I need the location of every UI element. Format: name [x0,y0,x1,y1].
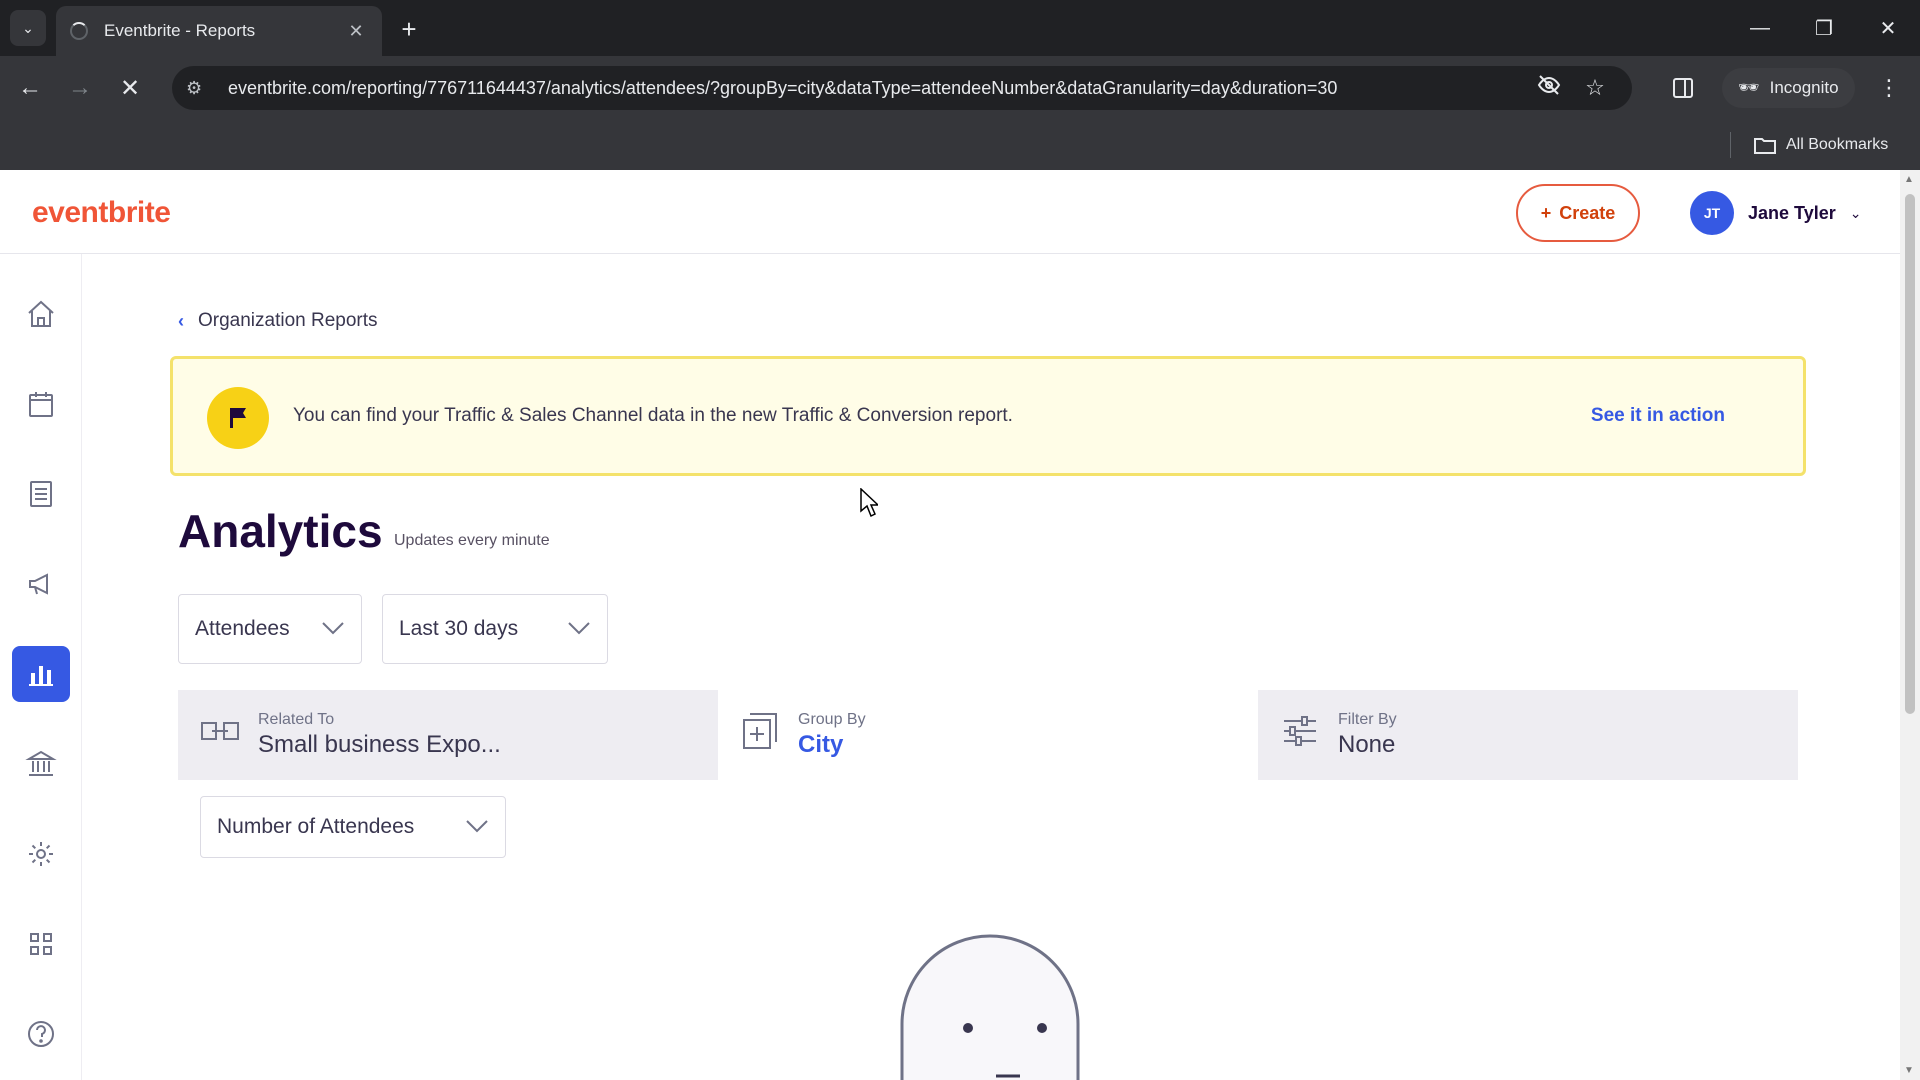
sidebar-item-finance[interactable] [12,736,70,792]
sidebar-item-home[interactable] [12,286,70,342]
sidebar-item-settings[interactable] [12,826,70,882]
incognito-icon: 🕶 [1738,78,1760,97]
scroll-down-icon[interactable]: ▼ [1904,1065,1914,1076]
empty-state-illustration [898,934,1082,1080]
metric-value: Number of Attendees [217,815,415,838]
browser-menu-icon[interactable]: ⋮ [1878,70,1900,106]
orders-icon [30,481,52,507]
all-bookmarks-label: All Bookmarks [1786,136,1889,153]
close-window-icon[interactable]: ✕ [1858,8,1918,48]
group-by-label: Group By [798,711,866,728]
sidebar-item-help[interactable] [12,1006,70,1062]
url-text[interactable]: eventbrite.com/reporting/776711644437/an… [216,78,1526,99]
site-settings-icon[interactable]: ⚙ [186,78,216,99]
bookmarks-divider [1730,132,1731,158]
scroll-up-icon[interactable]: ▲ [1904,174,1914,185]
web-page: eventbrite + Create JT Jane Tyler ⌄ ‹ Or… [0,170,1900,1080]
user-menu[interactable]: JT Jane Tyler ⌄ [1690,190,1861,236]
new-tab-icon[interactable]: + [392,12,426,46]
chevron-down-icon [465,817,489,838]
incognito-badge[interactable]: 🕶 Incognito [1722,68,1855,108]
stop-loading-icon[interactable]: ✕ [112,70,148,106]
scrollbar-thumb[interactable] [1905,194,1915,714]
sidebar-item-apps[interactable] [12,916,70,972]
sidebar-item-marketing[interactable] [12,556,70,612]
bar-chart-icon [29,666,53,686]
page-scrollbar[interactable]: ▲ ▼ [1900,170,1920,1080]
filter-sliders-icon [1280,713,1320,757]
add-group-icon [740,712,780,758]
home-icon [28,300,54,327]
bookmarks-bar: All Bookmarks [0,120,1920,170]
filter-by-value: None [1338,731,1396,758]
tab-search-icon[interactable]: ⌄ [10,10,46,46]
tab-strip: ⌄ Eventbrite - Reports ✕ + — ❐ ✕ [0,0,1920,56]
chevron-down-icon: ⌄ [1849,204,1862,221]
restore-icon[interactable]: ❐ [1794,8,1854,48]
info-banner: You can find your Traffic & Sales Channe… [170,356,1806,476]
forward-icon[interactable]: → [62,70,98,106]
bookmark-star-icon[interactable]: ☆ [1572,75,1618,101]
gear-icon [29,842,53,866]
user-name: Jane Tyler [1748,202,1836,223]
date-range-select[interactable]: Last 30 days [382,594,608,664]
breadcrumb[interactable]: ‹ Organization Reports [178,310,378,332]
report-type-select[interactable]: Attendees [178,594,362,664]
side-panel-icon[interactable] [1672,70,1694,106]
filter-by-label: Filter By [1338,711,1397,728]
browser-tab[interactable]: Eventbrite - Reports ✕ [56,6,382,56]
main-content: ‹ Organization Reports You can find your… [170,254,1810,1080]
chevron-down-icon [567,619,591,640]
folder-icon [1754,138,1776,154]
address-bar[interactable]: ⚙ eventbrite.com/reporting/776711644437/… [172,66,1632,110]
back-icon[interactable]: ← [12,70,48,106]
page-subtitle: Updates every minute [394,532,550,549]
create-label: Create [1559,202,1616,223]
eye-off-icon[interactable] [1526,73,1572,103]
bank-icon [25,750,57,776]
mouse-cursor-icon [860,488,878,518]
tab-title: Eventbrite - Reports [104,21,256,40]
all-bookmarks-button[interactable]: All Bookmarks [1754,132,1888,158]
chevron-down-icon [321,619,345,640]
sidebar [0,254,82,1080]
date-range-value: Last 30 days [399,617,519,640]
report-type-value: Attendees [195,617,290,640]
loading-spinner-icon [70,22,88,40]
minimize-icon[interactable]: — [1730,8,1790,48]
calendar-icon [29,392,53,417]
apps-grid-icon [30,933,52,955]
browser-chrome: ⌄ Eventbrite - Reports ✕ + — ❐ ✕ ← → ✕ ⚙… [0,0,1920,170]
tab-close-icon[interactable]: ✕ [344,21,368,42]
sidebar-item-orders[interactable] [12,466,70,522]
top-navigation: eventbrite + Create JT Jane Tyler ⌄ [0,170,1900,254]
metric-select[interactable]: Number of Attendees [200,796,506,858]
group-by-card[interactable]: Group By City [718,690,1258,780]
related-to-value: Small business Expo... [258,731,501,758]
sidebar-item-events[interactable] [12,376,70,432]
chevron-left-icon: ‹ [178,310,184,331]
browser-toolbar: ← → ✕ ⚙ eventbrite.com/reporting/7767116… [0,56,1920,120]
related-to-card[interactable]: Related To Small business Expo... [178,690,718,780]
megaphone-icon [29,573,48,595]
group-by-value: City [798,731,844,758]
eventbrite-logo[interactable]: eventbrite [32,196,171,230]
avatar: JT [1690,191,1734,235]
related-to-label: Related To [258,711,335,728]
plus-icon: + [1540,202,1552,223]
link-icon [200,717,240,753]
banner-message: You can find your Traffic & Sales Channe… [293,405,1013,426]
filter-by-card[interactable]: Filter By None [1258,690,1798,780]
sidebar-item-reporting[interactable] [12,646,70,702]
flag-icon [207,387,269,449]
see-it-in-action-link[interactable]: See it in action [1591,405,1725,427]
breadcrumb-label: Organization Reports [198,310,378,331]
page-title: Analytics [178,505,383,557]
incognito-label: Incognito [1769,78,1839,97]
create-button[interactable]: + Create [1516,184,1640,242]
report-filters: Related To Small business Expo... Group … [178,690,1798,780]
help-icon [28,1021,54,1047]
